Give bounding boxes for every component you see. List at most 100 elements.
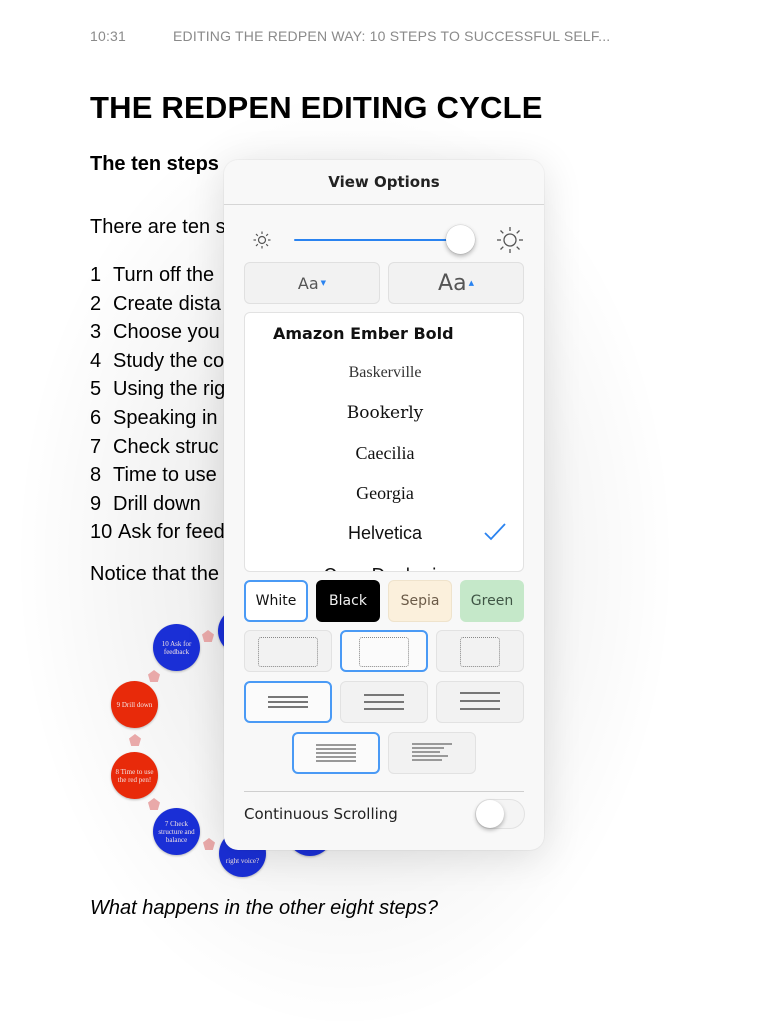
step-text: Turn off the (113, 264, 215, 286)
font-name: Georgia (356, 482, 414, 503)
brightness-slider-fill[interactable] (294, 239, 460, 241)
list-item: 3 Choose you (90, 318, 225, 347)
font-option-caecilia[interactable]: Caecilia (245, 433, 523, 473)
margin-wide-icon (460, 637, 500, 667)
font-list[interactable]: Amazon Ember Bold Baskerville Bookerly C… (244, 312, 524, 572)
theme-white-button[interactable]: White (244, 580, 308, 622)
step-text: Speaking in (113, 406, 218, 429)
brightness-control (244, 220, 524, 260)
align-left-button[interactable] (388, 732, 476, 774)
list-item: 5 Using the rig (90, 375, 225, 404)
triangle-down-icon: ▼ (320, 279, 327, 287)
theme-label: Sepia (400, 593, 440, 609)
line-spacing-small-button[interactable] (244, 681, 332, 723)
section-heading: The ten steps (90, 153, 219, 175)
cycle-node-label: 10 Ask for feedback (161, 639, 192, 656)
cycle-node-label: 9 Drill down (116, 700, 153, 709)
increase-font-size-button[interactable]: Aa ▲ (388, 262, 524, 304)
theme-green-button[interactable]: Green (460, 580, 524, 622)
line-spacing-selector (244, 681, 524, 723)
font-name: Baskerville (348, 364, 422, 381)
list-item: 6 Speaking in (90, 404, 225, 433)
line-spacing-small-icon (268, 696, 308, 712)
step-text: Time to use (113, 464, 217, 487)
line-spacing-large-icon (460, 692, 500, 714)
step-number: 9 (90, 492, 102, 515)
list-item: 9 Drill down (90, 490, 225, 519)
font-size-controls: Aa ▼ Aa ▲ (244, 262, 524, 304)
alignment-selector (292, 732, 476, 774)
step-text: Ask for feed (118, 521, 225, 544)
cycle-node: 7 Check structure and balance (153, 808, 200, 855)
step-number: 5 (90, 378, 102, 401)
align-justified-button[interactable] (292, 732, 380, 774)
closing-question: What happens in the other eight steps? (90, 897, 439, 919)
step-number: 6 (90, 406, 102, 429)
line-spacing-large-button[interactable] (436, 681, 524, 723)
cycle-node: 8 Time to use the red pen! (111, 752, 158, 799)
increase-font-size-label: Aa (438, 270, 467, 296)
margin-wide-button[interactable] (436, 630, 524, 672)
steps-list: 1 Turn off the 2 Create dista 3 Choose you … (90, 261, 225, 547)
checkmark-icon (484, 523, 506, 541)
continuous-scrolling-toggle[interactable] (475, 799, 525, 829)
step-number: 1 (90, 264, 102, 286)
font-name: OpenDyslexic (323, 565, 446, 572)
cycle-arrow-icon (148, 670, 160, 682)
cycle-node-label: 8 Time to use the red pen! (115, 767, 154, 784)
step-text: Choose you (113, 321, 220, 344)
chapter-title: THE REDPEN EDITING CYCLE (90, 90, 543, 125)
cycle-arrow-icon (148, 798, 160, 810)
margin-normal-button[interactable] (340, 630, 428, 672)
margin-narrow-icon (258, 637, 318, 667)
font-option-opendyslexic[interactable]: OpenDyslexic (245, 555, 523, 572)
step-number: 10 (90, 521, 113, 544)
step-text: Check struc (113, 435, 219, 458)
font-option-amazon-ember-bold[interactable]: Amazon Ember Bold (245, 313, 523, 353)
step-text: Drill down (113, 492, 201, 515)
theme-selector: White Black Sepia Green (244, 580, 524, 622)
step-text: Using the rig (113, 378, 226, 401)
list-item: 8 Time to use (90, 461, 225, 490)
font-option-helvetica[interactable]: Helvetica (245, 513, 523, 553)
list-item: 1 Turn off the (90, 261, 225, 290)
list-item: 4 Study the co (90, 347, 225, 376)
theme-label: Black (329, 593, 367, 609)
brightness-slider-thumb[interactable] (445, 225, 475, 254)
font-option-baskerville[interactable]: Baskerville (245, 353, 523, 393)
intro-paragraph: There are ten s (90, 216, 226, 238)
line-spacing-medium-icon (364, 694, 404, 714)
theme-sepia-button[interactable]: Sepia (388, 580, 452, 622)
font-option-georgia[interactable]: Georgia (245, 473, 523, 513)
step-text: Study the co (113, 349, 225, 372)
view-options-popover: View Options Aa ▼ Aa ▲ Amazon Ember Bold… (224, 160, 544, 850)
decrease-font-size-button[interactable]: Aa ▼ (244, 262, 380, 304)
step-number: 4 (90, 349, 102, 372)
toggle-knob[interactable] (476, 800, 504, 828)
step-number: 2 (90, 292, 102, 315)
cycle-node-label: right voice? (225, 856, 260, 865)
line-spacing-medium-button[interactable] (340, 681, 428, 723)
list-item: 2 Create dista (90, 290, 225, 319)
brightness-high-icon (497, 227, 523, 253)
cycle-arrow-icon (129, 734, 141, 746)
book-title: EDITING THE REDPEN WAY: 10 STEPS TO SUCC… (173, 28, 611, 44)
font-name: Helvetica (347, 522, 423, 543)
step-text: Create dista (113, 292, 221, 315)
margin-normal-icon (359, 637, 409, 667)
continuous-scrolling-label: Continuous Scrolling (244, 805, 398, 823)
font-name: Caecilia (355, 442, 415, 463)
font-option-bookerly[interactable]: Bookerly (245, 393, 523, 433)
align-left-icon (412, 743, 452, 765)
step-number: 7 (90, 435, 102, 458)
margin-narrow-button[interactable] (244, 630, 332, 672)
notice-paragraph: Notice that the (90, 563, 219, 585)
cycle-node: 9 Drill down (111, 681, 158, 728)
theme-black-button[interactable]: Black (316, 580, 380, 622)
theme-label: Green (470, 593, 514, 609)
cycle-node-label: 7 Check structure and balance (158, 819, 195, 844)
font-name: Bookerly (346, 403, 424, 423)
font-name: Amazon Ember Bold (273, 323, 454, 343)
list-item: 7 Check struc (90, 433, 225, 462)
triangle-up-icon: ▲ (468, 279, 474, 287)
